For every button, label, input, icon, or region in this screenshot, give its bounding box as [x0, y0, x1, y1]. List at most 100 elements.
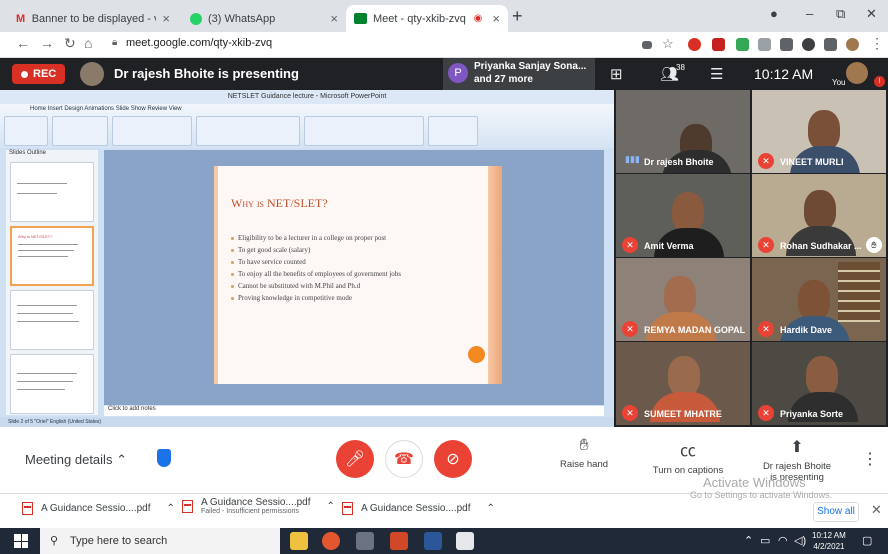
download-item[interactable]: A Guidance Sessio....pdf ⌃ — [22, 502, 175, 515]
url-field[interactable]: meet.google.com/qty-xkib-zvq — [126, 37, 272, 49]
profile-icon[interactable]: ● — [770, 6, 778, 21]
participant-tile[interactable]: ✕ Hardik Dave — [752, 258, 886, 341]
muted-mic-icon: ✕ — [758, 321, 774, 337]
back-icon[interactable]: ← — [16, 35, 30, 51]
ribbon-paragraph-group — [196, 116, 300, 146]
present-icon: ⬆ — [790, 439, 804, 456]
notifications-icon[interactable]: ▢ — [862, 534, 872, 547]
taskbar-search[interactable]: ⚲ Type here to search — [40, 528, 280, 554]
word-icon[interactable] — [424, 532, 442, 550]
slide-thumbnail[interactable] — [10, 354, 94, 414]
participant-tile[interactable]: ✕ SUMEET MHATRE — [616, 342, 750, 425]
windows-start-icon[interactable] — [14, 534, 28, 548]
volume-icon[interactable]: ◁) — [794, 534, 806, 547]
close-window-icon[interactable]: ✕ — [866, 6, 877, 22]
close-tab-icon[interactable]: × — [492, 11, 500, 26]
participant-tile[interactable]: ▮▮▮ Dr rajesh Bhoite — [616, 90, 750, 173]
chevron-up-icon[interactable]: ⌃ — [167, 503, 175, 514]
chat-icon[interactable]: ☰ — [710, 65, 723, 83]
raise-hand-button[interactable]: ✋︎ Raise hand — [556, 437, 612, 470]
tray-chevron-icon[interactable]: ⌃ — [744, 534, 753, 547]
layout-icon[interactable]: ⊞ — [610, 65, 623, 83]
forward-icon[interactable]: → — [40, 35, 54, 51]
profile-avatar[interactable] — [846, 38, 859, 51]
slide-thumbnail[interactable] — [10, 290, 94, 350]
ribbon-drawing-group — [304, 116, 424, 146]
tab-meet[interactable]: Meet - qty-xkib-zvq ◉ × — [346, 5, 508, 32]
chevron-up-icon[interactable]: ⌃ — [327, 501, 335, 512]
bookshelf — [838, 262, 880, 322]
wifi-icon[interactable]: ◠ — [778, 534, 788, 547]
close-shelf-icon[interactable]: ✕ — [871, 502, 882, 518]
minimize-icon[interactable]: – — [806, 6, 813, 21]
file-explorer-icon[interactable] — [290, 532, 308, 550]
participant-tile[interactable]: ✕ Rohan Sudhakar ... ✋︎ — [752, 174, 886, 257]
camera-icon[interactable] — [642, 41, 652, 49]
menu-icon[interactable]: ⋮ — [870, 35, 884, 52]
participants-pill[interactable]: P Priyanka Sanjay Sona... and 27 more — [443, 58, 595, 90]
pdf-icon — [342, 502, 353, 515]
mic-toggle-button[interactable]: 🎤︎ — [336, 440, 374, 478]
close-tab-icon[interactable]: × — [162, 11, 170, 26]
extension-icon[interactable] — [780, 38, 793, 51]
slide-canvas: Why is NET/SLET? Eligibility to be a lec… — [104, 150, 604, 405]
puzzle-icon[interactable] — [824, 38, 837, 51]
close-tab-icon[interactable]: × — [330, 11, 338, 26]
search-icon: ⚲ — [50, 535, 59, 547]
ppt-window-title: NETSLET Guidance lecture - Microsoft Pow… — [0, 90, 614, 104]
captions-button[interactable]: ㏄ Turn on captions — [648, 437, 728, 476]
lock-icon: 🔒︎ — [112, 37, 118, 48]
app-icon[interactable] — [356, 532, 374, 550]
participant-tile[interactable]: ✕ REMYA MADAN GOPAL — [616, 258, 750, 341]
more-options-icon[interactable]: ⋮ — [862, 449, 878, 469]
panel-tabs: Slides Outline — [9, 150, 47, 156]
taskbar-clock[interactable]: 10:12 AM 4/2/2021 — [812, 530, 846, 552]
leave-call-button[interactable]: ☎︎ — [385, 440, 423, 478]
recording-dot-icon: ◉ — [473, 13, 483, 24]
notepad-icon[interactable] — [456, 532, 474, 550]
new-tab-button[interactable]: + — [512, 6, 523, 27]
ribbon-editing-group — [428, 116, 478, 146]
show-all-button[interactable]: Show all — [813, 502, 859, 522]
home-icon[interactable]: ⌂ — [84, 35, 92, 51]
participant-tile[interactable]: ✕ Priyanka Sorte — [752, 342, 886, 425]
hand-icon: ✋︎ — [579, 437, 589, 454]
ribbon-font-group — [112, 116, 192, 146]
participant-tile[interactable]: ✕ Amit Verma — [616, 174, 750, 257]
download-item[interactable]: A Guidance Sessio....pdf Failed - Insuffi… — [182, 497, 335, 515]
network-icon[interactable]: ▭ — [760, 534, 770, 547]
opera-icon[interactable] — [688, 38, 701, 51]
shield-icon[interactable] — [157, 449, 171, 467]
extension-icon[interactable] — [802, 38, 815, 51]
reload-icon[interactable]: ↻ — [64, 35, 76, 52]
notification-badge: ! — [874, 76, 885, 87]
powerpoint-icon[interactable] — [390, 532, 408, 550]
chrome-icon[interactable] — [322, 532, 340, 550]
download-item[interactable]: A Guidance Sessio....pdf ⌃ — [342, 502, 495, 515]
slide-thumbnail[interactable] — [10, 162, 94, 222]
maximize-icon[interactable]: ⧉ — [836, 6, 845, 22]
whatsapp-icon — [190, 12, 202, 25]
extension-icon[interactable] — [712, 38, 725, 51]
slide-bullet: To have service counted — [231, 258, 306, 266]
presentation-screen: NETSLET Guidance lecture - Microsoft Pow… — [0, 90, 614, 427]
slide-bullet: To enjoy all the benefits of employees o… — [231, 270, 401, 278]
ppt-ribbon: Home Insert Design Animations Slide Show… — [0, 104, 614, 148]
activate-windows-subtext: Go to Settings to activate Windows. — [690, 490, 833, 500]
extension-icon[interactable] — [758, 38, 771, 51]
muted-mic-icon: ✕ — [622, 237, 638, 253]
slide-thumbnail[interactable]: Why is NET/SLET? — [10, 226, 94, 286]
gmail-icon: M — [16, 12, 26, 25]
participant-tile[interactable]: ✕ VINEET MURLI — [752, 90, 886, 173]
extension-icon[interactable] — [736, 38, 749, 51]
tab-gmail[interactable]: M Banner to be displayed - vinit85 × — [8, 5, 178, 32]
participant-count: 38 — [676, 63, 685, 72]
meeting-details-button[interactable]: Meeting details ⌃ — [25, 452, 127, 468]
camera-toggle-button[interactable]: ⊘ — [434, 440, 472, 478]
tab-whatsapp[interactable]: (3) WhatsApp × — [182, 5, 346, 32]
chevron-up-icon[interactable]: ⌃ — [487, 503, 495, 514]
pdf-icon — [22, 502, 33, 515]
download-shelf: A Guidance Sessio....pdf ⌃ A Guidance Se… — [0, 490, 888, 528]
meet-icon — [354, 13, 367, 24]
star-icon[interactable]: ☆ — [662, 36, 674, 52]
